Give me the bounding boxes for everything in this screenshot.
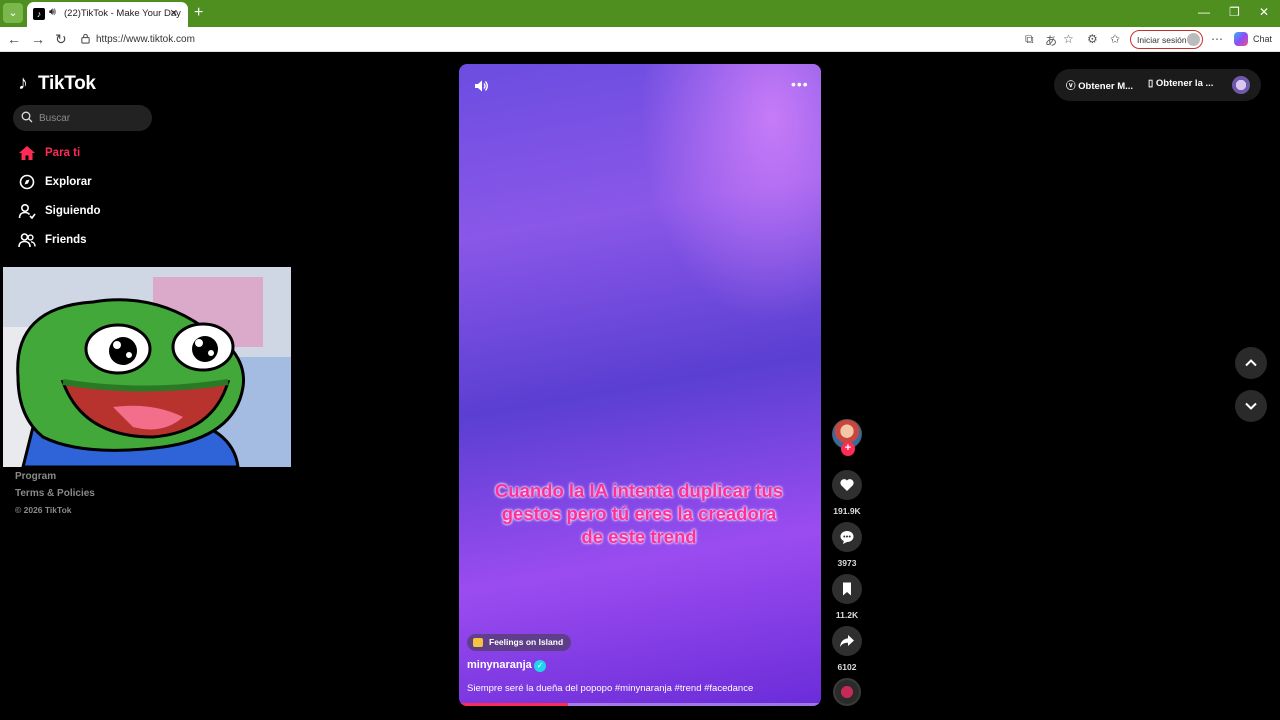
video-author[interactable]: minynaranja <box>467 659 532 671</box>
follow-plus-icon[interactable]: + <box>841 442 855 456</box>
video-description: Siempre seré la dueña del popopo #minyna… <box>467 683 754 694</box>
music-note-icon <box>473 638 483 647</box>
volume-icon[interactable] <box>473 78 489 94</box>
verified-badge-icon: ✓ <box>534 660 546 672</box>
minimize-icon[interactable]: — <box>1198 5 1210 19</box>
comment-icon <box>840 531 854 544</box>
terms-link[interactable]: Terms & Policies <box>15 488 95 499</box>
video-player[interactable]: ••• Cuando la IA intenta duplicar tus ge… <box>459 64 821 706</box>
sidebar-item-label: Friends <box>45 234 87 246</box>
search-icon <box>21 111 33 123</box>
restore-icon[interactable]: ❐ <box>1229 5 1240 19</box>
address-bar-url[interactable]: https://www.tiktok.com <box>96 34 195 45</box>
tiktok-favicon-icon: ♪ <box>33 8 45 20</box>
video-progress-bar[interactable] <box>459 703 821 706</box>
get-coins-label: Obtener M... <box>1078 81 1134 92</box>
program-link[interactable]: Program <box>15 471 95 482</box>
save-count: 11.2K <box>835 610 859 620</box>
profile-avatar-icon <box>1187 33 1200 46</box>
save-button[interactable] <box>832 574 862 604</box>
open-app-icon[interactable]: ⧉ <box>1025 32 1034 47</box>
browser-titlebar: ⌄ ♪ 🔊︎ (22)TikTok - Make Your Day × + — … <box>0 0 1280 27</box>
sidebar-footer: Program Terms & Policies © 2026 TikTok <box>15 471 95 515</box>
previous-video-button[interactable] <box>1235 347 1267 379</box>
share-action: 6102 <box>831 626 863 672</box>
stream-overlay-image <box>3 267 291 467</box>
extensions-icon[interactable]: ⚙ <box>1087 32 1098 46</box>
pepe-emote-icon <box>3 267 291 467</box>
comment-action: 3973 <box>831 522 863 568</box>
logo-text: TikTok <box>38 73 96 94</box>
following-icon <box>18 203 36 220</box>
like-action: 191.9K <box>831 470 863 516</box>
tab-title: (22)TikTok - Make Your Day <box>64 8 181 19</box>
signin-label: Iniciar sesión <box>1137 35 1187 45</box>
tab-close-icon[interactable]: × <box>170 5 178 20</box>
video-caption-overlay: Cuando la IA intenta duplicar tus gestos… <box>494 480 784 547</box>
comment-button[interactable] <box>832 522 862 552</box>
browser-tab-active[interactable]: ♪ 🔊︎ (22)TikTok - Make Your Day × <box>27 2 188 27</box>
back-icon[interactable]: ← <box>7 31 21 47</box>
sidebar-item-label: Para ti <box>45 147 81 159</box>
get-app-button[interactable]: ▯ Obtener la ... <box>1148 78 1213 89</box>
coin-icon: ⓥ <box>1066 81 1079 92</box>
like-button[interactable] <box>832 470 862 500</box>
window-close-icon[interactable]: ✕ <box>1259 5 1269 19</box>
search-box[interactable] <box>13 105 152 131</box>
more-options-icon[interactable]: ••• <box>791 76 809 92</box>
get-app-label: Obtener la ... <box>1155 78 1214 89</box>
new-tab-icon[interactable]: + <box>194 4 203 22</box>
translate-icon[interactable]: あ <box>1045 32 1057 49</box>
forward-icon[interactable]: → <box>31 31 45 47</box>
like-count: 191.9K <box>833 506 861 516</box>
video-frame <box>639 64 821 324</box>
phone-icon: ▯ <box>1148 78 1156 89</box>
top-right-actions: ⓥ Obtener M... ▯ Obtener la ... <box>1054 69 1261 101</box>
tab-actions-menu-button[interactable]: ⌄ <box>3 3 23 23</box>
browser-toolbar: ← → ↻ https://www.tiktok.com ⧉ あ ☆ ⚙ ✩ I… <box>0 27 1280 52</box>
save-action: 11.2K <box>831 574 863 620</box>
share-count: 6102 <box>837 662 857 672</box>
sidebar-item-label: Siguiendo <box>45 205 101 217</box>
sidebar-item-label: Explorar <box>45 176 92 188</box>
home-icon <box>19 146 35 160</box>
chevron-up-icon <box>1245 359 1257 367</box>
signin-button[interactable]: Iniciar sesión <box>1130 30 1203 49</box>
tiktok-note-icon: ♪ <box>18 72 28 94</box>
comment-count: 3973 <box>837 558 857 568</box>
music-title: Feelings on Island <box>489 637 564 647</box>
video-progress-fill <box>459 703 568 706</box>
search-input[interactable] <box>39 105 147 131</box>
get-coins-button[interactable]: ⓥ Obtener M... <box>1066 78 1133 92</box>
chat-button-label[interactable]: Chat <box>1253 34 1272 44</box>
tab-audio-icon[interactable]: 🔊︎ <box>49 6 56 19</box>
refresh-icon[interactable]: ↻ <box>55 31 67 48</box>
copyright-text: © 2026 TikTok <box>15 505 72 515</box>
favorites-icon[interactable]: ✩ <box>1110 32 1120 46</box>
share-button[interactable] <box>832 626 862 656</box>
next-video-button[interactable] <box>1235 390 1267 422</box>
more-menu-icon[interactable]: ⋯ <box>1211 32 1223 46</box>
tiktok-page: ♪ TikTok Para ti Explorar Siguiendo <box>3 53 1277 717</box>
friends-icon <box>18 233 36 248</box>
bookmark-icon <box>843 582 851 596</box>
copilot-icon[interactable] <box>1234 32 1248 46</box>
chevron-down-icon <box>1245 402 1257 410</box>
sound-disc-icon[interactable] <box>833 678 861 706</box>
user-avatar[interactable] <box>1232 76 1250 94</box>
lock-icon[interactable] <box>80 33 91 44</box>
music-tag[interactable]: Feelings on Island <box>467 634 572 651</box>
favorite-star-icon[interactable]: ☆ <box>1063 32 1074 46</box>
share-icon <box>840 635 854 647</box>
heart-icon <box>840 479 854 491</box>
compass-icon <box>19 174 35 190</box>
